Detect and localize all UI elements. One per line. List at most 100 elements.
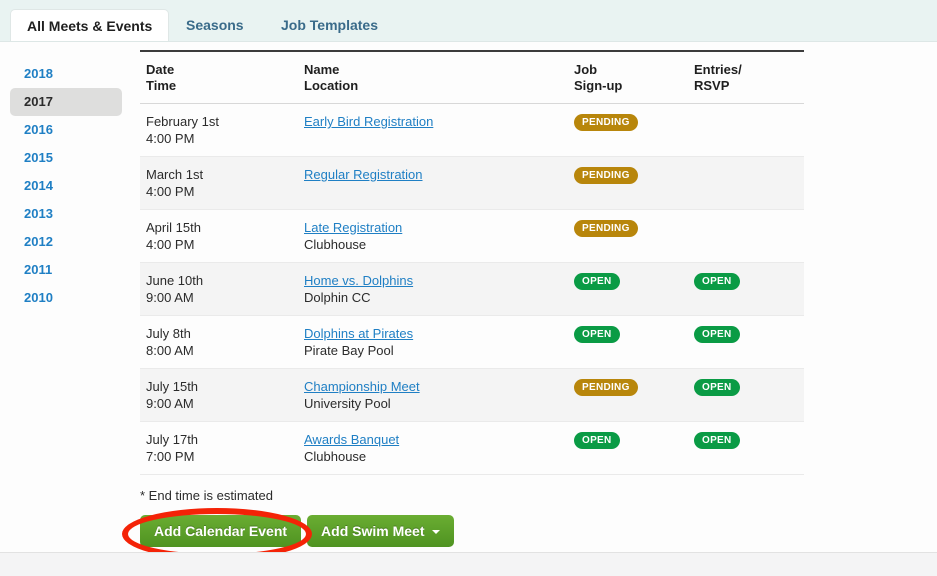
event-date: July 15th: [146, 379, 199, 394]
cell-job-signup: OPEN: [568, 272, 688, 290]
column-header-job-signup: Job Sign-up: [568, 62, 688, 94]
event-location: University Pool: [304, 396, 391, 411]
cell-entries-rsvp: OPEN: [688, 431, 804, 449]
status-badge-entries-rsvp[interactable]: OPEN: [694, 273, 740, 290]
year-item-2018[interactable]: 2018: [10, 60, 122, 88]
tab-seasons[interactable]: Seasons: [170, 10, 260, 42]
add-calendar-event-label: Add Calendar Event: [154, 523, 288, 539]
event-location: Clubhouse: [304, 237, 367, 252]
status-badge-job-signup[interactable]: OPEN: [574, 273, 620, 290]
table-row: July 17th 7:00 PM Awards Banquet Clubhouse O…: [140, 422, 804, 475]
content-area: 2018 2017 2016 2015 2014 2013 2012 2011 …: [0, 42, 937, 552]
column-header-entries-rsvp: Entries/ RSVP: [688, 62, 804, 94]
cell-date-time: July 8th 8:00 AM: [140, 325, 298, 359]
year-item-2017[interactable]: 2017: [10, 88, 122, 116]
status-badge-job-signup[interactable]: PENDING: [574, 379, 638, 396]
event-name-link[interactable]: Dolphins at Pirates: [304, 325, 568, 342]
table-row: July 15th 9:00 AM Championship Meet Univers…: [140, 369, 804, 422]
event-name-link[interactable]: Home vs. Dolphins: [304, 272, 568, 289]
event-date: July 8th: [146, 326, 191, 341]
table-row: March 1st 4:00 PM Regular Registration PEND…: [140, 157, 804, 210]
event-time: 8:00 AM: [146, 343, 194, 358]
year-item-2011[interactable]: 2011: [10, 256, 122, 284]
action-button-row: Add Calendar Event Add Swim Meet: [140, 515, 454, 547]
status-badge-job-signup[interactable]: PENDING: [574, 220, 638, 237]
event-time: 7:00 PM: [146, 449, 195, 464]
cell-job-signup: PENDING: [568, 378, 688, 396]
header-name-line1: Name: [304, 62, 340, 77]
header-date-line1: Date: [146, 62, 175, 77]
status-badge-job-signup[interactable]: PENDING: [574, 167, 638, 184]
event-date: March 1st: [146, 167, 204, 182]
status-badge-entries-rsvp[interactable]: OPEN: [694, 432, 740, 449]
event-time: 9:00 AM: [146, 290, 194, 305]
status-badge-job-signup[interactable]: OPEN: [574, 432, 620, 449]
chevron-down-icon: [431, 530, 440, 535]
cell-date-time: March 1st 4:00 PM: [140, 166, 298, 200]
status-badge-entries-rsvp[interactable]: OPEN: [694, 379, 740, 396]
cell-name-location: Championship Meet University Pool: [298, 378, 568, 412]
cell-job-signup: PENDING: [568, 219, 688, 237]
event-location: Pirate Bay Pool: [304, 343, 394, 358]
event-name-link[interactable]: Championship Meet: [304, 378, 568, 395]
cell-date-time: July 17th 7:00 PM: [140, 431, 298, 465]
cell-job-signup: OPEN: [568, 431, 688, 449]
year-item-2012[interactable]: 2012: [10, 228, 122, 256]
cell-name-location: Regular Registration: [298, 166, 568, 183]
event-name-link[interactable]: Regular Registration: [304, 166, 568, 183]
tab-label: All Meets & Events: [27, 18, 153, 34]
cell-job-signup: PENDING: [568, 166, 688, 184]
add-swim-meet-label: Add Swim Meet: [321, 523, 425, 539]
header-name-line2: Location: [304, 78, 359, 93]
year-item-2015[interactable]: 2015: [10, 144, 122, 172]
event-time: 4:00 PM: [146, 184, 195, 199]
event-date: June 10th: [146, 273, 204, 288]
status-badge-entries-rsvp[interactable]: OPEN: [694, 326, 740, 343]
tab-label: Seasons: [186, 17, 244, 33]
cell-job-signup: OPEN: [568, 325, 688, 343]
cell-entries-rsvp: OPEN: [688, 325, 804, 343]
table-row: July 8th 8:00 AM Dolphins at Pirates Pirate…: [140, 316, 804, 369]
year-filter-list: 2018 2017 2016 2015 2014 2013 2012 2011 …: [0, 60, 132, 312]
event-name-link[interactable]: Late Registration: [304, 219, 568, 236]
event-date: April 15th: [146, 220, 201, 235]
cell-name-location: Home vs. Dolphins Dolphin CC: [298, 272, 568, 306]
year-item-2010[interactable]: 2010: [10, 284, 122, 312]
event-name-link[interactable]: Awards Banquet: [304, 431, 568, 448]
event-time: 4:00 PM: [146, 131, 195, 146]
event-name-link[interactable]: Early Bird Registration: [304, 113, 568, 130]
year-item-2013[interactable]: 2013: [10, 200, 122, 228]
cell-name-location: Late Registration Clubhouse: [298, 219, 568, 253]
year-item-2016[interactable]: 2016: [10, 116, 122, 144]
add-calendar-event-button[interactable]: Add Calendar Event: [140, 515, 302, 547]
event-date: February 1st: [146, 114, 219, 129]
estimated-time-footnote: * End time is estimated: [140, 488, 273, 503]
add-swim-meet-button[interactable]: Add Swim Meet: [307, 515, 454, 547]
header-job-line1: Job: [574, 62, 598, 77]
table-header-row: Date Time Name Location Job Sign-up Entr…: [140, 52, 804, 104]
cell-name-location: Dolphins at Pirates Pirate Bay Pool: [298, 325, 568, 359]
table-row: June 10th 9:00 AM Home vs. Dolphins Dolphin…: [140, 263, 804, 316]
table-row: February 1st 4:00 PM Early Bird Registrati…: [140, 104, 804, 157]
event-location: Dolphin CC: [304, 290, 371, 305]
table-body: February 1st 4:00 PM Early Bird Registrati…: [140, 104, 804, 475]
status-badge-job-signup[interactable]: PENDING: [574, 114, 638, 131]
cell-date-time: June 10th 9:00 AM: [140, 272, 298, 306]
cell-entries-rsvp: OPEN: [688, 272, 804, 290]
column-header-date: Date Time: [140, 62, 298, 94]
header-date-line2: Time: [146, 78, 177, 93]
cell-entries-rsvp: OPEN: [688, 378, 804, 396]
event-time: 9:00 AM: [146, 396, 194, 411]
header-rsvp-line1: Entries/: [694, 62, 742, 77]
cell-name-location: Awards Banquet Clubhouse: [298, 431, 568, 465]
events-table: Date Time Name Location Job Sign-up Entr…: [140, 42, 804, 475]
status-badge-job-signup[interactable]: OPEN: [574, 326, 620, 343]
tab-job-templates[interactable]: Job Templates: [265, 10, 394, 42]
column-header-name: Name Location: [298, 62, 568, 94]
cell-date-time: February 1st 4:00 PM: [140, 113, 298, 147]
header-rsvp-line2: RSVP: [694, 78, 730, 93]
event-location: Clubhouse: [304, 449, 367, 464]
year-item-2014[interactable]: 2014: [10, 172, 122, 200]
tab-all-meets-events[interactable]: All Meets & Events: [10, 9, 170, 43]
tab-label: Job Templates: [281, 17, 378, 33]
